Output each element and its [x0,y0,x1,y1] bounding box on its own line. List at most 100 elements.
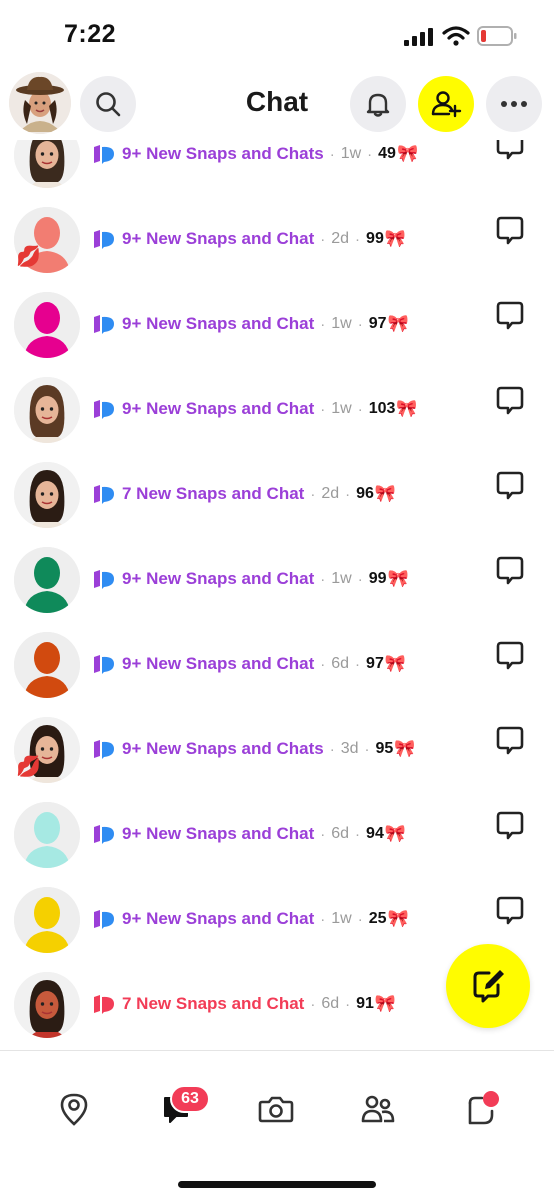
add-friend-button[interactable] [418,76,474,132]
bitmoji-avatar [14,134,80,188]
camera-icon [258,1096,294,1123]
separator-dot: · [355,655,361,673]
friend-avatar[interactable] [14,632,80,698]
chat-bubble-icon[interactable] [496,810,524,840]
more-options-button[interactable] [486,76,542,132]
chat-status: 9+ New Snaps and Chats · 3d · 95 🎀 [92,739,415,759]
streak-bow-emoji: 🎀 [394,739,416,758]
streak-bow-emoji: 🎀 [387,909,409,928]
friend-avatar[interactable] [14,887,80,953]
streak-count: 95 [375,740,394,757]
chat-header: Chat [0,68,554,140]
nav-camera[interactable] [256,1089,296,1129]
snap-status-text: 9+ New Snaps and Chat [122,569,315,588]
status-time: 7:22 [64,20,117,48]
new-chat-button[interactable] [446,944,530,1028]
chat-row[interactable]: 9+ New Snaps and Chat · 6d · 97 🎀 [0,620,554,705]
separator-dot: · [310,995,316,1013]
received-snaps-icon [94,145,114,164]
chat-bubble-icon[interactable] [496,385,524,415]
chat-bubble-icon[interactable] [496,300,524,330]
chat-bubble-icon[interactable] [496,725,524,755]
streak-count: 49 [378,145,396,162]
streak-count: 25 [368,910,387,927]
received-snaps-icon [94,910,114,929]
chat-row[interactable]: 7 New Snaps and Chat · 2d · 96 🎀 [0,450,554,535]
snap-status-text: 9+ New Snaps and Chat [122,314,315,333]
chat-row[interactable]: 9+ New Snaps and Chat · 1w · 99 🎀 [0,535,554,620]
silhouette-avatar [14,292,80,358]
chat-bubble-icon[interactable] [496,640,524,670]
silhouette-avatar [14,632,80,698]
chat-row[interactable]: 9+ New Snaps and Chat · 1w · 103 🎀 [0,365,554,450]
chat-status: 9+ New Snaps and Chat · 1w · 103 🎀 [92,399,418,419]
chat-row[interactable]: 💋 9+ New Snaps and Chats · 3d · 95 🎀 [0,705,554,790]
received-snaps-icon [94,570,114,589]
chat-bubble-icon[interactable] [496,555,524,585]
timestamp: 1w [331,910,352,927]
chat-bubble-icon[interactable] [496,470,524,500]
unread-badge: 63 [170,1085,210,1113]
timestamp: 1w [331,570,352,587]
snap-status-text: 9+ New Snaps and Chat [122,229,315,248]
friend-avatar[interactable] [14,547,80,613]
timestamp: 6d [321,995,340,1012]
silhouette-avatar [14,802,80,868]
nav-map[interactable] [54,1089,94,1129]
chat-bubble-icon[interactable] [496,215,524,245]
timestamp: 2d [321,485,340,502]
home-indicator[interactable] [178,1181,376,1188]
bell-icon [366,93,390,117]
friend-avatar[interactable] [14,134,80,188]
streak-bow-emoji: 🎀 [374,994,397,1013]
separator-dot: · [367,145,373,163]
friend-avatar[interactable] [14,377,80,443]
snap-status-text: 7 New Snaps and Chat [122,484,305,503]
snap-status-text: 7 New Snaps and Chat [122,994,305,1013]
received-snaps-icon [94,655,114,674]
streak-count: 103 [368,400,396,417]
chat-row[interactable]: 💋 9+ New Snaps and Chat · 2d · 99 🎀 [0,195,554,280]
timestamp: 6d [331,825,350,842]
friend-avatar[interactable] [14,802,80,868]
signal-icon [404,28,433,46]
chat-row[interactable]: 9+ New Snaps and Chat · 6d · 94 🎀 [0,790,554,875]
add-friend-icon [431,91,462,118]
silhouette-avatar [14,887,80,953]
chat-row[interactable]: 9+ New Snaps and Chat · 1w · 97 🎀 [0,280,554,365]
separator-dot: · [310,485,316,503]
new-chat-icon [473,970,504,1003]
bottom-navigation: 63 [0,1050,554,1200]
chat-bubble-icon[interactable] [496,895,524,925]
friend-avatar[interactable] [14,462,80,528]
streak-count: 97 [366,655,384,672]
battery-low-icon [477,26,517,46]
friends-icon [361,1095,395,1123]
streak-bow-emoji: 🎀 [384,229,407,248]
friend-avatar[interactable] [14,292,80,358]
friend-avatar[interactable] [14,972,80,1038]
separator-dot: · [329,740,335,758]
bitmoji-avatar [14,377,80,443]
more-icon [501,101,527,107]
status-bar: 7:22 [0,0,554,70]
chat-status: 9+ New Snaps and Chat · 6d · 94 🎀 [92,824,406,844]
nav-friends[interactable] [358,1089,398,1129]
received-snaps-icon [94,400,114,419]
map-pin-icon [60,1093,88,1126]
separator-dot: · [320,825,326,843]
separator-dot: · [364,740,370,758]
separator-dot: · [357,315,363,333]
streak-count: 96 [356,485,374,502]
separator-dot: · [355,230,361,248]
streak-bow-emoji: 🎀 [396,399,418,418]
nav-stories[interactable] [462,1089,502,1129]
snap-status-text: 9+ New Snaps and Chat [122,399,315,418]
separator-dot: · [320,315,326,333]
separator-dot: · [357,400,363,418]
received-snaps-icon [94,315,114,334]
notifications-button[interactable] [350,76,406,132]
chat-status: 9+ New Snaps and Chat · 1w · 99 🎀 [92,569,409,589]
separator-dot: · [357,910,363,928]
chat-row[interactable]: 9+ New Snaps and Chats · 1w · 49 🎀 [0,134,554,195]
